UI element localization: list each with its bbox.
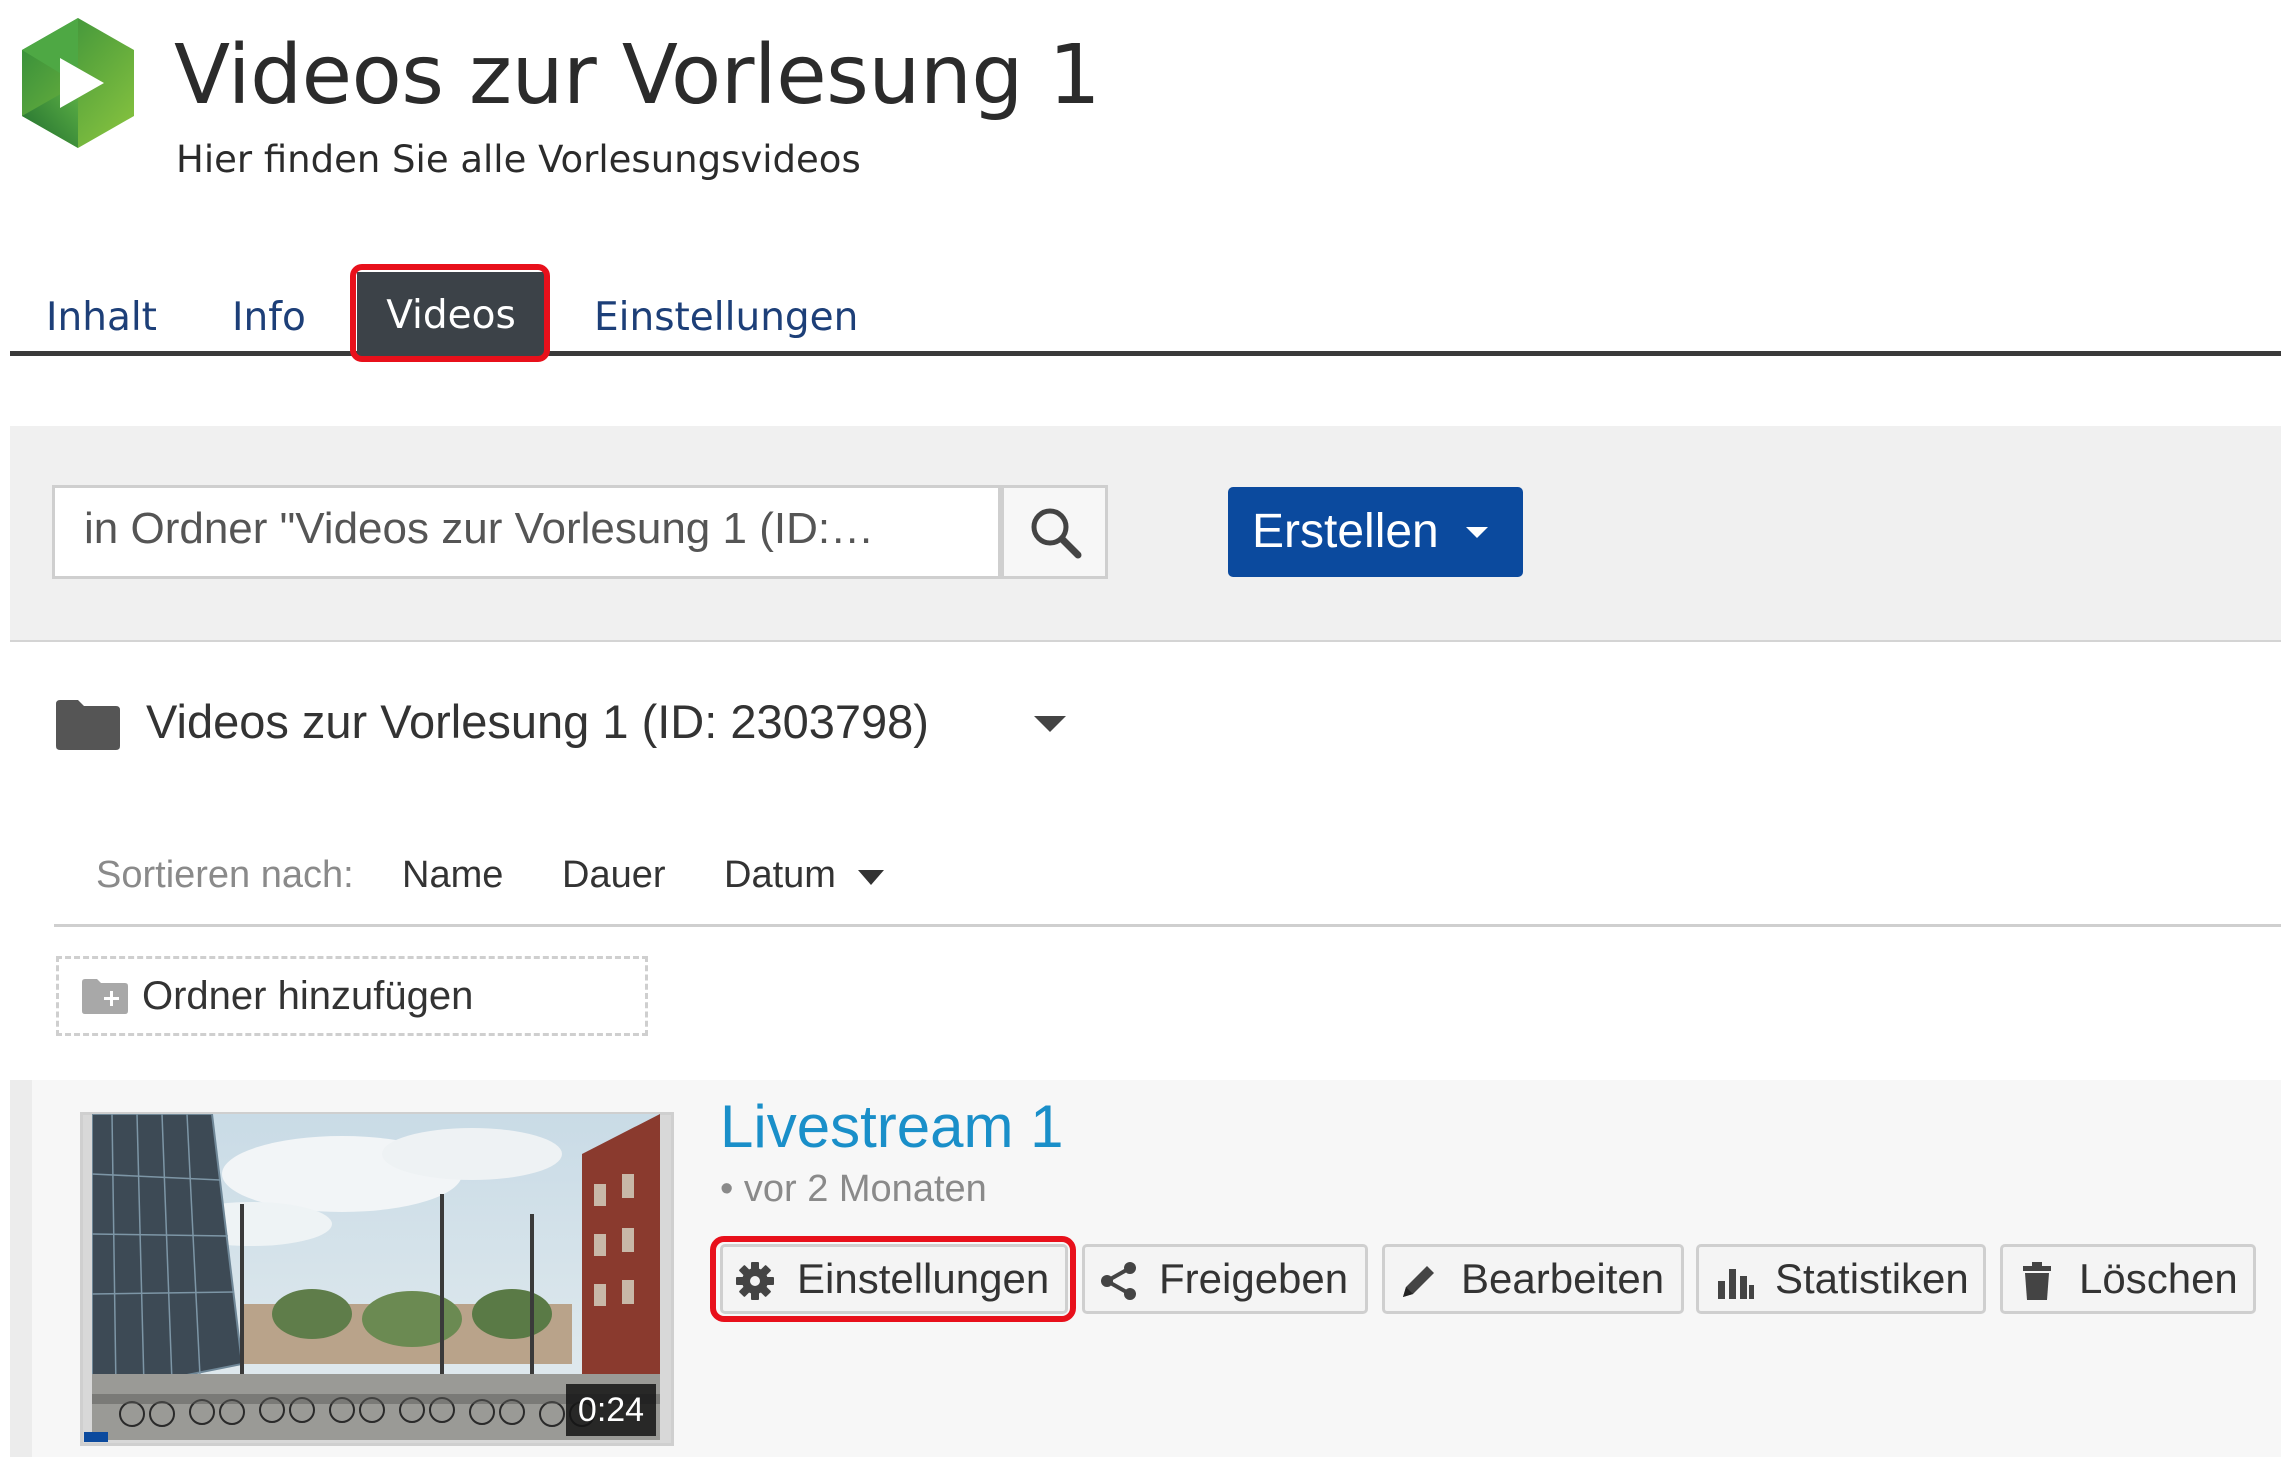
create-button[interactable]: Erstellen [1228, 487, 1523, 577]
sort-caret-icon [858, 870, 884, 885]
edit-button[interactable]: Bearbeiten [1382, 1244, 1684, 1314]
edit-button-label: Bearbeiten [1461, 1255, 1665, 1302]
tab-inhalt[interactable]: Inhalt [46, 266, 157, 356]
search-input-value[interactable]: in Ordner "Videos zur Vorlesung 1 (ID:… [84, 504, 874, 554]
panopto-play-logo-icon [22, 18, 134, 148]
statistics-button[interactable]: Statistiken [1696, 1244, 1986, 1314]
sort-date[interactable]: Datum [724, 854, 836, 897]
caret-down-icon [1466, 527, 1488, 538]
sort-divider [54, 924, 2281, 927]
share-icon [1101, 1262, 1136, 1300]
bar-chart-icon [1718, 1269, 1754, 1299]
search-button[interactable] [1001, 485, 1108, 579]
folder-plus-icon [82, 979, 128, 1014]
delete-button[interactable]: Löschen [2000, 1244, 2256, 1314]
duration-badge: 0:24 [566, 1384, 656, 1436]
tab-info[interactable]: Info [232, 266, 306, 356]
page-subtitle: Hier finden Sie alle Vorlesungsvideos [176, 138, 861, 181]
create-button-label: Erstellen [1252, 505, 1439, 558]
sort-name[interactable]: Name [402, 854, 503, 897]
add-folder-label[interactable]: Ordner hinzufügen [142, 974, 473, 1019]
highlight-videos-tab [350, 264, 550, 362]
sort-duration[interactable]: Dauer [562, 854, 666, 897]
session-meta: • vor 2 Monaten [720, 1168, 987, 1210]
search-icon [1031, 508, 1082, 559]
folder-dropdown-icon[interactable] [1034, 716, 1066, 732]
session-row-edge [10, 1080, 32, 1457]
folder-name: Videos zur Vorlesung 1 (ID: 2303798) [146, 695, 929, 748]
delete-button-label: Löschen [2079, 1255, 2238, 1302]
session-title-link[interactable]: Livestream 1 [720, 1092, 1063, 1161]
share-button-label: Freigeben [1159, 1255, 1349, 1302]
sort-label: Sortieren nach: [96, 854, 354, 896]
trash-icon [2023, 1262, 2051, 1300]
tab-einstellungen[interactable]: Einstellungen [594, 266, 858, 356]
folder-icon [56, 700, 120, 750]
watch-progress [84, 1432, 108, 1442]
statistics-button-label: Statistiken [1775, 1255, 1969, 1302]
pencil-icon [1403, 1266, 1434, 1297]
page-title: Videos zur Vorlesung 1 [174, 28, 1101, 123]
highlight-settings-button [710, 1236, 1076, 1322]
share-button[interactable]: Freigeben [1082, 1244, 1368, 1314]
